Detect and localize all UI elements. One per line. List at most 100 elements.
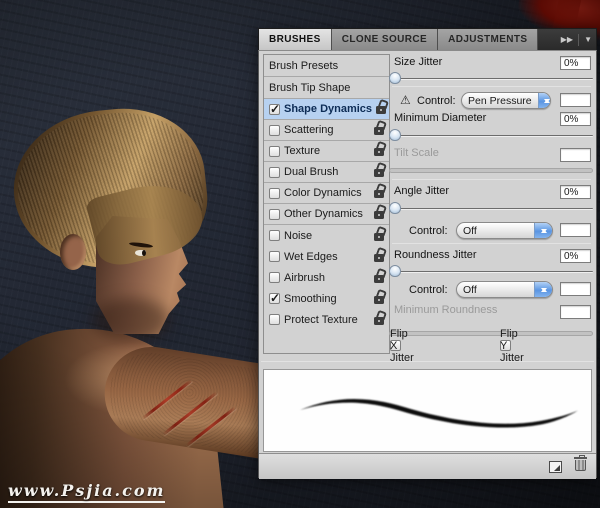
- panel-body: Brush Presets Brush Tip Shape Shape Dyna…: [258, 50, 597, 479]
- panel-header-icons: ▶▶ ▼: [557, 29, 596, 50]
- minimum-roundness-label: Minimum Roundness: [394, 304, 498, 316]
- control-label: Control:: [409, 225, 448, 237]
- unlock-icon[interactable]: [374, 148, 384, 156]
- slider-track: [389, 331, 593, 336]
- sidebar-item-label: Dual Brush: [284, 166, 339, 178]
- dropdown-value: Off: [463, 224, 477, 237]
- roundness-control-field[interactable]: [560, 282, 591, 296]
- angle-jitter-field[interactable]: 0%: [560, 185, 591, 199]
- tab-spacer: [538, 29, 556, 50]
- tab-adjustments[interactable]: ADJUSTMENTS: [438, 29, 539, 50]
- minimum-roundness-slider: [389, 327, 593, 340]
- sidebar-item-label: Smoothing: [284, 292, 337, 305]
- warning-icon: ⚠: [400, 93, 411, 107]
- checkbox[interactable]: [269, 230, 280, 241]
- angle-jitter-slider[interactable]: [389, 202, 593, 215]
- slider-thumb[interactable]: [389, 265, 401, 277]
- brushes-panel: BRUSHES CLONE SOURCE ADJUSTMENTS ▶▶ ▼ Br…: [258, 28, 597, 479]
- flip-y-jitter-checkbox-row[interactable]: Flip Y Jitter: [500, 328, 524, 364]
- new-brush-icon[interactable]: [549, 461, 562, 473]
- sidebar-item-scattering[interactable]: Scattering: [264, 120, 389, 141]
- panel-tab-bar: BRUSHES CLONE SOURCE ADJUSTMENTS ▶▶ ▼: [258, 28, 597, 50]
- checkbox[interactable]: [269, 251, 280, 262]
- sidebar-item-label: Brush Tip Shape: [269, 81, 351, 94]
- unlock-icon[interactable]: [374, 232, 384, 241]
- size-jitter-slider[interactable]: [389, 72, 593, 85]
- checkbox[interactable]: [269, 272, 280, 283]
- minimum-roundness-field: [560, 305, 591, 319]
- slider-track: [389, 168, 593, 173]
- slider-thumb[interactable]: [389, 129, 401, 141]
- sidebar-item-label: Airbrush: [284, 271, 325, 284]
- sidebar-item-noise[interactable]: Noise: [264, 225, 389, 246]
- unlock-icon[interactable]: [374, 316, 384, 325]
- roundness-jitter-label: Roundness Jitter: [394, 249, 477, 261]
- checkbox[interactable]: [269, 208, 280, 220]
- roundness-control-dropdown[interactable]: Off: [456, 281, 553, 298]
- unlock-icon[interactable]: [374, 253, 384, 262]
- sidebar-item-label: Texture: [284, 145, 321, 157]
- size-jitter-field[interactable]: 0%: [560, 56, 591, 70]
- tilt-scale-field: [560, 148, 591, 162]
- sidebar-item-label: Noise: [284, 229, 313, 242]
- sidebar-item-shape-dynamics[interactable]: Shape Dynamics: [264, 99, 389, 120]
- angle-jitter-label: Angle Jitter: [394, 185, 450, 197]
- tab-brushes[interactable]: BRUSHES: [259, 29, 332, 50]
- sidebar-item-airbrush[interactable]: Airbrush: [264, 267, 389, 288]
- sidebar-item-brush-tip-shape[interactable]: Brush Tip Shape: [264, 77, 389, 99]
- sidebar-item-color-dynamics[interactable]: Color Dynamics: [264, 183, 389, 204]
- sidebar-item-dual-brush[interactable]: Dual Brush: [264, 162, 389, 183]
- collapse-panel-icon[interactable]: ▶▶: [561, 35, 573, 44]
- sidebar-item-wet-edges[interactable]: Wet Edges: [264, 246, 389, 267]
- slider-thumb[interactable]: [389, 72, 401, 84]
- dropdown-value: Off: [463, 283, 477, 296]
- size-jitter-label: Size Jitter: [394, 56, 443, 68]
- checkbox[interactable]: [269, 166, 280, 178]
- unlock-icon[interactable]: [374, 295, 384, 304]
- stepper-arrows-icon: [537, 93, 550, 108]
- size-control-dropdown[interactable]: Pen Pressure: [461, 92, 551, 109]
- unlock-icon[interactable]: [376, 106, 387, 114]
- unlock-icon[interactable]: [374, 127, 384, 135]
- sidebar-item-label: Wet Edges: [284, 250, 338, 263]
- roundness-jitter-slider[interactable]: [389, 265, 593, 278]
- flip-x-jitter-checkbox-row[interactable]: Flip X Jitter: [390, 328, 414, 364]
- dropdown-value: Pen Pressure: [468, 94, 532, 107]
- checkbox[interactable]: [269, 314, 280, 325]
- brush-stroke-preview: [263, 369, 592, 452]
- stepper-arrows-icon: [534, 282, 552, 297]
- sidebar-item-label: Brush Presets: [269, 59, 339, 72]
- unlock-icon[interactable]: [374, 211, 384, 219]
- slider-thumb[interactable]: [389, 202, 401, 214]
- delete-brush-icon[interactable]: [574, 455, 587, 471]
- slider-track: [389, 271, 593, 273]
- sidebar-item-smoothing[interactable]: Smoothing: [264, 288, 389, 309]
- checkbox[interactable]: [269, 291, 280, 305]
- sidebar-item-texture[interactable]: Texture: [264, 141, 389, 162]
- sidebar-item-label: Other Dynamics: [284, 208, 363, 220]
- unlock-icon[interactable]: [374, 190, 384, 198]
- control-label: Control:: [417, 95, 456, 107]
- angle-control-dropdown[interactable]: Off: [456, 222, 553, 239]
- panel-menu-icon[interactable]: ▼: [584, 35, 592, 44]
- checkbox[interactable]: [269, 187, 280, 199]
- sidebar-item-other-dynamics[interactable]: Other Dynamics: [264, 204, 389, 225]
- tab-clone-source[interactable]: CLONE SOURCE: [331, 29, 439, 50]
- tilt-scale-label: Tilt Scale: [394, 147, 439, 159]
- sidebar-item-label: Scattering: [284, 124, 334, 136]
- roundness-jitter-field[interactable]: 0%: [560, 249, 591, 263]
- minimum-diameter-field[interactable]: 0%: [560, 112, 591, 126]
- unlock-icon[interactable]: [374, 274, 384, 283]
- sidebar-item-brush-presets[interactable]: Brush Presets: [264, 55, 389, 77]
- size-control-field[interactable]: [560, 93, 591, 107]
- stepper-arrows-icon: [534, 223, 552, 238]
- checkbox[interactable]: [269, 102, 280, 116]
- separator: [392, 179, 591, 180]
- flip-x-jitter-label: Flip X Jitter: [390, 327, 414, 364]
- minimum-diameter-slider[interactable]: [389, 129, 593, 142]
- unlock-icon[interactable]: [374, 169, 384, 177]
- checkbox[interactable]: [269, 145, 280, 157]
- sidebar-item-protect-texture[interactable]: Protect Texture: [264, 309, 389, 330]
- checkbox[interactable]: [269, 124, 280, 136]
- angle-control-field[interactable]: [560, 223, 591, 237]
